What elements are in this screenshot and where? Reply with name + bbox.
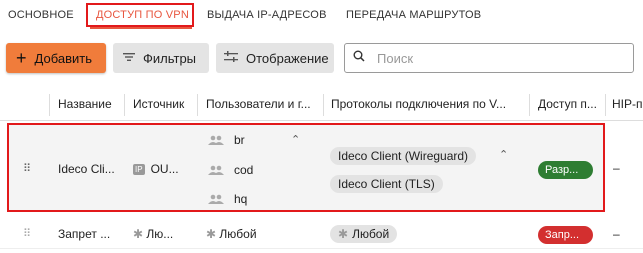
column-divider[interactable]	[529, 94, 530, 116]
tab-bar: ОСНОВНОЕ ДОСТУП ПО VPN ВЫДАЧА IP-АДРЕСОВ…	[0, 0, 643, 34]
user-group: hq	[234, 192, 248, 206]
source-value: Лю...	[146, 227, 174, 241]
sliders-icon	[224, 50, 238, 66]
filter-icon	[123, 51, 135, 65]
column-header-access[interactable]: Доступ п...	[538, 97, 606, 111]
user-group: cod	[234, 163, 254, 177]
toolbar: + Добавить Фильтры Отображение	[0, 43, 643, 75]
table-header: Название Источник Пользователи и г... Пр…	[0, 90, 643, 121]
view-button[interactable]: Отображение	[216, 43, 334, 73]
plus-icon: +	[16, 48, 27, 68]
protocol-chip: ✱ Любой	[330, 225, 398, 243]
user-group-label: Любой	[219, 227, 257, 241]
status-badge: Разр...	[538, 161, 593, 179]
rule-name: Ideco Cli...	[58, 162, 115, 176]
filters-button-label: Фильтры	[143, 50, 197, 66]
source-value: OU...	[150, 162, 179, 176]
tab-route-transfer[interactable]: ПЕРЕДАЧА МАРШРУТОВ	[346, 9, 481, 21]
add-button-label: Добавить	[34, 50, 92, 66]
column-header-users[interactable]: Пользователи и г...	[206, 97, 324, 111]
group-icon	[208, 193, 224, 207]
column-divider[interactable]	[197, 94, 198, 116]
drag-handle-icon[interactable]: ⠿	[23, 229, 31, 240]
column-divider[interactable]	[605, 94, 606, 116]
protocol-chip: Ideco Client (Wireguard)	[330, 147, 477, 165]
status-badge: Запр...	[538, 226, 593, 244]
rule-source: IP OU...	[133, 162, 193, 176]
view-button-label: Отображение	[246, 50, 329, 66]
user-group: br	[234, 133, 245, 147]
protocol-chip: Ideco Client (TLS)	[330, 175, 443, 193]
hip-value: –	[613, 227, 620, 241]
column-header-source[interactable]: Источник	[133, 97, 197, 111]
group-icon	[208, 134, 224, 148]
asterisk-icon: ✱	[133, 227, 147, 241]
column-divider[interactable]	[49, 94, 50, 116]
search-input[interactable]	[375, 49, 619, 67]
active-tab-indicator	[90, 27, 192, 29]
column-divider[interactable]	[124, 94, 125, 116]
rule-name: Запрет ...	[58, 227, 111, 241]
tab-ip-issuance[interactable]: ВЫДАЧА IP-АДРЕСОВ	[207, 9, 327, 21]
search-box	[344, 43, 634, 73]
rule-source: ✱ Лю...	[133, 227, 193, 241]
user-group: ✱ Любой	[206, 227, 257, 241]
asterisk-icon: ✱	[206, 227, 220, 241]
tab-basic[interactable]: ОСНОВНОЕ	[8, 9, 74, 21]
ip-icon: IP	[133, 164, 145, 175]
drag-handle-icon[interactable]: ⠿	[23, 164, 31, 175]
filters-button[interactable]: Фильтры	[113, 43, 209, 73]
column-divider[interactable]	[323, 94, 324, 116]
column-header-name[interactable]: Название	[58, 97, 120, 111]
hip-value: –	[613, 161, 620, 175]
group-icon	[208, 164, 224, 178]
column-header-protocols[interactable]: Протоколы подключения по V...	[331, 97, 521, 111]
chevron-up-icon[interactable]: ⌃	[499, 148, 508, 161]
highlight-box	[86, 3, 194, 27]
column-header-hip[interactable]: HIP-п	[612, 97, 643, 111]
add-button[interactable]: + Добавить	[6, 43, 106, 73]
asterisk-icon: ✱	[338, 227, 349, 241]
chevron-up-icon[interactable]: ⌃	[291, 133, 300, 146]
search-icon	[353, 49, 365, 67]
protocol-chip-label: Любой	[352, 227, 390, 241]
